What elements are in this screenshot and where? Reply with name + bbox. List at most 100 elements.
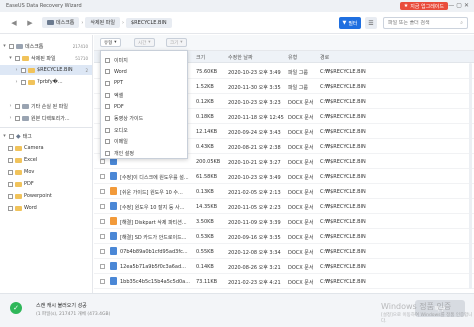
checkbox[interactable]	[105, 127, 110, 133]
type-filter-option[interactable]: 오디오	[105, 125, 128, 135]
table-row[interactable]: [쉬운 가이드] 원도우 10 수... 0.13KB 2021-02-05 오후 …	[94, 184, 474, 199]
chevron-right-icon[interactable]: ›	[8, 103, 13, 109]
chevron-down-icon[interactable]: ▾	[2, 133, 7, 139]
search-input[interactable]	[388, 20, 452, 26]
checkbox[interactable]	[105, 57, 110, 63]
checkbox[interactable]	[105, 92, 110, 98]
window-controls[interactable]: —▢✕	[448, 2, 471, 9]
chevron-right-icon[interactable]: ›	[14, 79, 19, 85]
sidebar-item-folder[interactable]: › ?prbfy�...	[14, 77, 92, 87]
type-filter-dropdown[interactable]: 유형 ▾	[100, 38, 121, 47]
sidebar-item-original-dir[interactable]: › 원본 디렉토리가...	[8, 113, 92, 123]
sidebar-item-camera[interactable]: Camera	[8, 143, 92, 153]
type-filter-option[interactable]: Word	[105, 67, 127, 77]
checkbox[interactable]	[15, 103, 20, 109]
file-size: 0.12KB	[196, 99, 214, 105]
chevron-down-icon: ▾	[114, 40, 117, 45]
file-name: [해결] SD 카드가 안드로이드...	[120, 235, 187, 241]
table-row[interactable]: 12ea5b71a9b5f0c3a6ad... 0.14KB 2020-08-26 …	[94, 259, 474, 274]
filter-button[interactable]: ▼ 필터	[339, 17, 361, 29]
type-filter-option[interactable]: 이미지	[105, 55, 128, 65]
type-filter-option[interactable]: PPT	[105, 78, 123, 88]
row-checkbox[interactable]	[100, 219, 105, 224]
sidebar-item-tags[interactable]: ▾ ◆ 태그	[2, 131, 92, 141]
checkbox[interactable]	[15, 115, 20, 121]
size-filter-dropdown[interactable]: 크기 ▾	[166, 38, 187, 47]
search-box[interactable]: ⌕	[383, 17, 468, 29]
table-row[interactable]: [해결] SD 카드가 안드로이드... 0.53KB 2020-09-16 오후 …	[94, 229, 474, 244]
checkbox[interactable]	[8, 181, 13, 187]
time-filter-dropdown[interactable]: 시간 ▾	[134, 38, 155, 47]
checkbox[interactable]	[105, 139, 110, 145]
checkbox[interactable]	[105, 151, 110, 157]
checkbox[interactable]	[8, 193, 13, 199]
checkbox[interactable]	[9, 43, 14, 49]
row-checkbox[interactable]	[100, 189, 105, 194]
table-row[interactable]: [수정]이 디스크에 원도우를 설... 61.58KB 2020-10-23 오후…	[94, 169, 474, 184]
checkbox[interactable]	[105, 116, 110, 121]
breadcrumb-deleted[interactable]: 삭제된 파일	[85, 17, 120, 28]
sidebar-item-mov[interactable]: Mov	[8, 167, 92, 177]
column-date[interactable]: 수정한 날짜	[228, 54, 253, 61]
chevron-down-icon[interactable]: ▾	[8, 55, 13, 61]
chevron-right-icon[interactable]: ›	[14, 67, 19, 73]
docx-file-icon	[110, 187, 117, 195]
scrollbar[interactable]	[469, 63, 472, 289]
file-size: 75.60KB	[196, 69, 218, 75]
checkbox[interactable]	[8, 145, 13, 151]
column-size[interactable]: 크기	[196, 54, 205, 61]
sidebar-item-powerpoint[interactable]: Powerpoint	[8, 191, 92, 201]
table-row[interactable]: 07b4b89a0b1cfd95ad3fc... 0.55KB 2020-12-08…	[94, 244, 474, 259]
type-filter-option[interactable]: 이메일	[105, 137, 128, 147]
checkbox[interactable]	[21, 79, 26, 85]
table-row[interactable]: [해결] Diskpart 삭제 파티션... 3.50KB 2020-11-09 …	[94, 214, 474, 229]
checkbox[interactable]	[9, 133, 14, 139]
sidebar-item-other-lost[interactable]: › 기타 손실 된 파일	[8, 101, 92, 111]
sidebar-item-excel[interactable]: Excel	[8, 155, 92, 165]
table-row[interactable]: [수정] 원도우 10 잘지 등 사... 14.35KB 2020-11-05 오…	[94, 199, 474, 214]
forward-arrow-icon[interactable]: ▶	[24, 17, 36, 29]
column-type[interactable]: 유형	[288, 54, 297, 61]
checkbox[interactable]	[21, 67, 26, 73]
breadcrumb-desktop[interactable]: 데스크톱	[42, 17, 80, 28]
type-filter-option[interactable]: 개인 설정	[105, 149, 134, 159]
file-date: 2021-02-23 오후 4:21	[228, 280, 281, 286]
breadcrumb-recycle[interactable]: $RECYCLE.BIN	[126, 17, 172, 28]
row-checkbox[interactable]	[100, 159, 105, 164]
sidebar-item-word[interactable]: Word	[8, 203, 92, 213]
view-toggle-button[interactable]: ☰	[365, 17, 377, 29]
checkbox[interactable]	[8, 157, 13, 163]
checkbox[interactable]	[15, 55, 20, 61]
checkbox[interactable]	[105, 104, 110, 110]
checkbox[interactable]	[8, 205, 13, 211]
chevron-down-icon[interactable]: ▾	[2, 43, 7, 49]
row-checkbox[interactable]	[100, 279, 105, 284]
checkbox[interactable]	[105, 69, 110, 75]
sidebar-item-recycle-bin[interactable]: › $RECYCLE.BIN 2	[0, 65, 92, 75]
row-checkbox[interactable]	[100, 234, 105, 239]
checkbox[interactable]	[105, 80, 110, 86]
row-checkbox[interactable]	[100, 204, 105, 209]
back-arrow-icon[interactable]: ◀	[8, 17, 20, 29]
type-filter-option[interactable]: PDF	[105, 102, 124, 112]
checkbox[interactable]	[8, 169, 13, 175]
row-checkbox[interactable]	[100, 249, 105, 254]
sidebar-item-deleted[interactable]: ▾ 삭제된 파일 51710	[8, 53, 92, 63]
file-size: 0.55KB	[196, 249, 214, 255]
row-checkbox[interactable]	[100, 264, 105, 269]
row-checkbox[interactable]	[100, 174, 105, 179]
search-icon[interactable]: ⌕	[460, 20, 463, 26]
upgrade-button[interactable]: ★ 지금 업그레이드	[399, 2, 448, 10]
chevron-right-icon[interactable]: ›	[8, 115, 13, 121]
title-bar: EaseUS Data Recovery Wizard ★ 지금 업그레이드 —…	[0, 0, 474, 12]
folder-icon	[22, 55, 29, 61]
table-row[interactable]: 1bb35c4b5c15b4a5c5d0a... 73.11KB 2021-02-2…	[94, 274, 474, 289]
file-size: 3.50KB	[196, 219, 214, 225]
sidebar-item-pdf[interactable]: PDF	[8, 179, 92, 189]
column-path[interactable]: 경로	[320, 54, 329, 61]
type-filter-option[interactable]: 동영상 가이드	[105, 114, 143, 124]
sidebar-item-desktop[interactable]: ▾ 데스크톱 217410	[2, 41, 92, 51]
option-label: Word	[114, 68, 127, 75]
type-filter-option[interactable]: 엑셀	[105, 90, 123, 100]
docx-file-icon	[110, 217, 117, 225]
